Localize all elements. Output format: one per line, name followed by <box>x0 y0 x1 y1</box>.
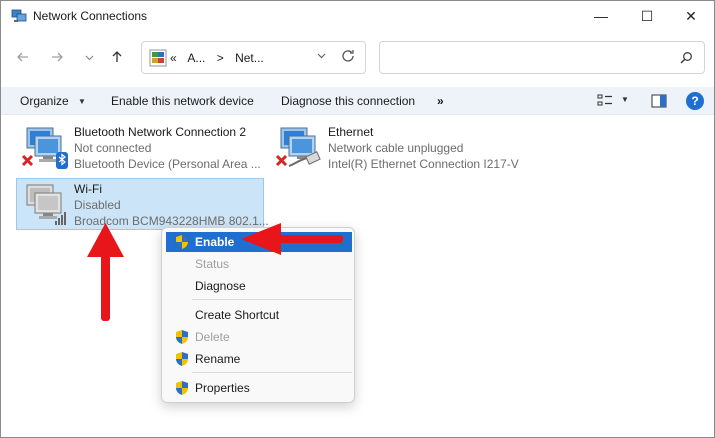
title-bar: Network Connections — ☐ ✕ <box>1 1 714 31</box>
adapter-bluetooth-network-connection-2[interactable]: Bluetooth Network Connection 2 Not conne… <box>17 122 265 174</box>
connections-list: Bluetooth Network Connection 2 Not conne… <box>1 116 714 437</box>
breadcrumb-item-all-control-panel[interactable]: A... <box>187 51 205 65</box>
adapter-details: Ethernet Network cable unplugged Intel(R… <box>328 124 519 172</box>
view-options-dropdown[interactable]: ▼ <box>621 95 629 104</box>
change-view-icon[interactable] <box>597 93 613 109</box>
adapter-details: Wi-Fi Disabled Broadcom BCM943228HMB 802… <box>74 181 269 229</box>
menu-item-label: Diagnose <box>195 279 246 293</box>
menu-item-label: Enable <box>195 235 235 249</box>
menu-separator <box>192 299 352 300</box>
menu-item-status: Status <box>166 254 352 274</box>
adapter-name: Bluetooth Network Connection 2 <box>74 125 247 139</box>
adapter-status: Network cable unplugged <box>328 141 464 155</box>
chevron-down-icon <box>317 53 325 59</box>
maximize-button[interactable]: ☐ <box>624 1 670 31</box>
adapter-device: Bluetooth Device (Personal Area ... <box>74 157 261 171</box>
x-badge-icon <box>21 154 34 167</box>
forward-button[interactable] <box>45 45 69 69</box>
menu-item-rename[interactable]: Rename <box>166 349 352 369</box>
enable-device-button[interactable]: Enable this network device <box>111 94 254 108</box>
organize-button[interactable]: Organize ▼ <box>20 94 86 108</box>
recent-locations-button[interactable] <box>77 45 101 69</box>
adapter-status: Not connected <box>74 141 152 155</box>
diagnose-connection-button[interactable]: Diagnose this connection <box>281 94 415 108</box>
context-menu: Enable Status Diagnose Create Shortcut D… <box>161 227 355 403</box>
navigation-bar: « A... > Net... <box>1 39 714 77</box>
menu-item-label: Properties <box>195 381 250 395</box>
network-adapter-icon <box>275 127 321 167</box>
control-panel-icon <box>149 49 167 67</box>
arrow-right-icon <box>52 52 63 62</box>
adapter-name: Ethernet <box>328 125 374 139</box>
adapter-status: Disabled <box>74 198 121 212</box>
uac-shield-icon <box>176 330 188 344</box>
adapter-ethernet[interactable]: Ethernet Network cable unplugged Intel(R… <box>271 122 519 174</box>
menu-item-properties[interactable]: Properties <box>166 378 352 398</box>
network-adapter-icon <box>26 184 66 225</box>
menu-item-label: Status <box>195 257 230 271</box>
breadcrumb-separator[interactable]: > <box>217 51 224 65</box>
search-input[interactable] <box>379 41 705 74</box>
x-badge-icon <box>275 154 288 167</box>
help-button[interactable]: ? <box>686 92 704 110</box>
menu-item-diagnose[interactable]: Diagnose <box>166 276 352 296</box>
arrow-left-icon <box>17 52 28 62</box>
command-bar: Organize ▼ Enable this network device Di… <box>1 87 714 115</box>
adapter-details: Bluetooth Network Connection 2 Not conne… <box>74 124 261 172</box>
up-button[interactable] <box>105 45 129 69</box>
preview-pane-icon[interactable] <box>651 93 667 109</box>
bluetooth-icon <box>56 152 68 169</box>
adapter-name: Wi-Fi <box>74 182 102 196</box>
uac-shield-icon <box>176 352 188 366</box>
uac-shield-icon <box>175 234 189 250</box>
organize-label: Organize <box>20 94 69 108</box>
menu-item-delete: Delete <box>166 327 352 347</box>
refresh-icon <box>342 50 354 62</box>
breadcrumb-item-network[interactable]: Net... <box>235 51 264 65</box>
refresh-button[interactable] <box>338 48 358 68</box>
address-dropdown-button[interactable] <box>314 51 328 65</box>
uac-shield-icon <box>176 381 188 395</box>
close-button[interactable]: ✕ <box>668 1 714 31</box>
menu-item-enable[interactable]: Enable <box>166 232 352 252</box>
network-connections-window: Network Connections — ☐ ✕ « A... > Net..… <box>0 0 715 438</box>
breadcrumb: « A... > Net... <box>170 51 272 65</box>
menu-item-create-shortcut[interactable]: Create Shortcut <box>166 305 352 325</box>
address-bar[interactable]: « A... > Net... <box>141 41 366 74</box>
network-connections-app-icon <box>11 9 27 22</box>
chevron-down-icon <box>85 55 93 60</box>
arrow-up-icon <box>112 51 122 62</box>
network-adapter-icon <box>21 127 68 169</box>
back-button[interactable] <box>11 45 35 69</box>
adapter-device: Intel(R) Ethernet Connection I217-V <box>328 157 519 171</box>
search-icon <box>680 52 692 64</box>
adapter-wi-fi[interactable]: Wi-Fi Disabled Broadcom BCM943228HMB 802… <box>16 178 269 230</box>
menu-item-label: Create Shortcut <box>195 308 280 322</box>
window-title: Network Connections <box>33 9 148 23</box>
menu-item-label: Delete <box>195 330 230 344</box>
breadcrumb-overflow[interactable]: « <box>170 51 177 65</box>
menu-separator <box>192 372 352 373</box>
caret-down-icon: ▼ <box>78 97 86 106</box>
minimize-button[interactable]: — <box>578 1 624 31</box>
menu-item-label: Rename <box>195 352 241 366</box>
more-commands-button[interactable]: » <box>437 94 444 108</box>
